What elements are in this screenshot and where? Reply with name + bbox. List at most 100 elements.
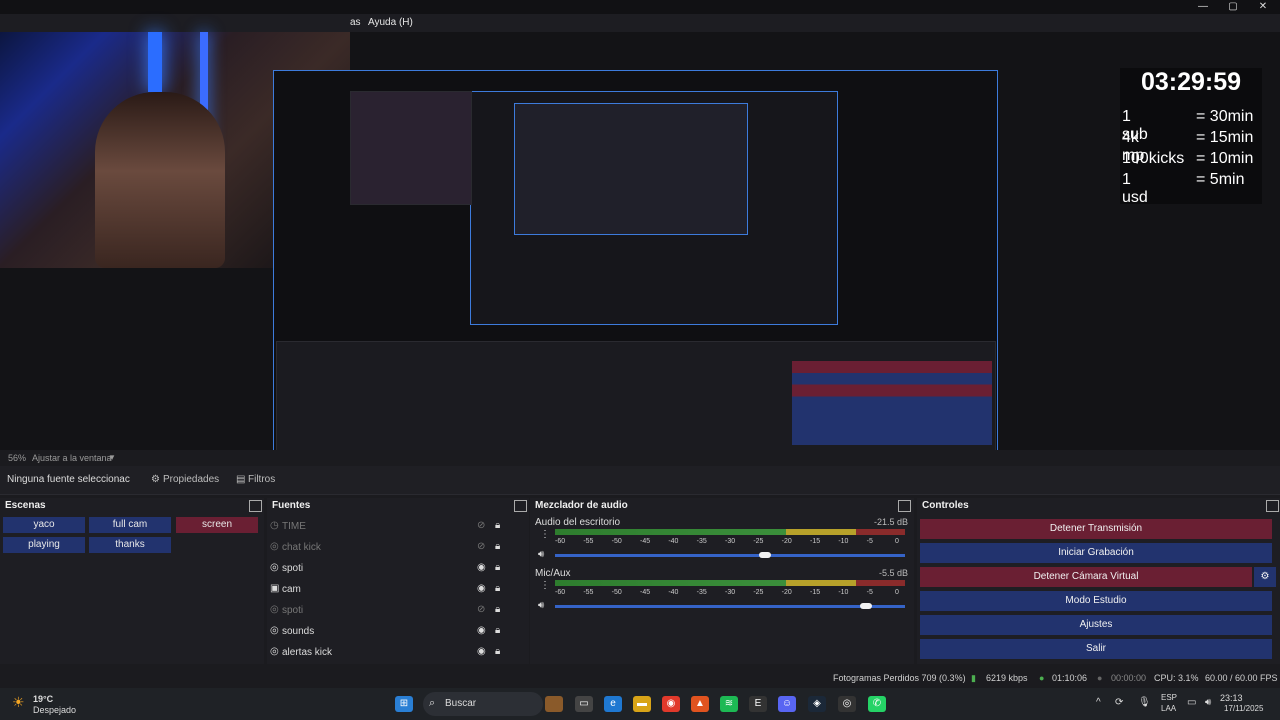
fader-knob[interactable] bbox=[859, 603, 872, 609]
lock-icon[interactable]: 🔒︎ bbox=[495, 583, 500, 594]
steam-icon[interactable]: ◈ bbox=[808, 696, 826, 712]
volume-fader[interactable] bbox=[555, 605, 905, 608]
spotify-icon[interactable]: ≋ bbox=[720, 696, 738, 712]
clock-time[interactable]: 23:13 bbox=[1220, 693, 1243, 703]
sources-title: Fuentes bbox=[272, 500, 311, 511]
language-layout[interactable]: LAA bbox=[1161, 704, 1176, 713]
taskbar-search[interactable]: ⌕ Buscar bbox=[423, 692, 543, 716]
meter-tick-label: -60 bbox=[555, 538, 566, 545]
discord-icon[interactable]: ☺ bbox=[778, 696, 796, 712]
source-item[interactable]: ◷ TIME ⊘ 🔒︎ bbox=[267, 516, 517, 537]
start-icon[interactable]: ⊞ bbox=[395, 696, 413, 712]
lock-icon[interactable]: 🔒︎ bbox=[495, 562, 500, 573]
eye-hidden-icon[interactable]: ⊘ bbox=[477, 541, 485, 552]
studio-mode-button[interactable]: Modo Estudio bbox=[920, 591, 1272, 611]
volume-icon[interactable]: 🔊︎ bbox=[1205, 697, 1211, 708]
edge-icon[interactable]: e bbox=[604, 696, 622, 712]
eye-icon[interactable]: ◉ bbox=[477, 646, 486, 657]
kebab-menu-icon[interactable]: ⋮ bbox=[540, 529, 550, 540]
stop-stream-button[interactable]: Detener Transmisión bbox=[920, 519, 1272, 539]
eye-icon[interactable]: ◉ bbox=[477, 625, 486, 636]
monitor-icon[interactable]: ▭ bbox=[1187, 697, 1196, 708]
minimize-button[interactable]: — bbox=[1188, 0, 1218, 14]
undock-icon[interactable] bbox=[1266, 500, 1279, 512]
properties-button[interactable]: Propiedades bbox=[163, 474, 219, 485]
obs-icon[interactable]: ◎ bbox=[838, 696, 856, 712]
meter-tick-label: -15 bbox=[810, 538, 821, 545]
scene-yaco[interactable]: yaco bbox=[3, 517, 85, 533]
sync-icon[interactable]: ⟳ bbox=[1115, 697, 1123, 708]
source-item[interactable]: ◎ spoti ⊘ 🔒︎ bbox=[267, 600, 517, 621]
menu-item-partial[interactable]: as bbox=[350, 17, 361, 28]
folder-icon[interactable]: ▬ bbox=[633, 696, 651, 712]
speaker-icon[interactable]: 🔊︎ bbox=[538, 600, 544, 611]
menu-item-help[interactable]: Ayuda (H) bbox=[368, 17, 413, 28]
eye-hidden-icon[interactable]: ⊘ bbox=[477, 520, 485, 531]
lock-icon[interactable]: 🔒︎ bbox=[495, 604, 500, 615]
volume-meter bbox=[555, 580, 905, 586]
kebab-menu-icon[interactable]: ⋮ bbox=[540, 580, 550, 591]
undock-icon[interactable] bbox=[514, 500, 527, 512]
language-code[interactable]: ESP bbox=[1161, 693, 1177, 702]
clock-date[interactable]: 17/11/2025 bbox=[1224, 704, 1263, 713]
undock-icon[interactable] bbox=[249, 500, 262, 512]
scene-thanks[interactable]: thanks bbox=[89, 537, 171, 553]
start-recording-button[interactable]: Iniciar Grabación bbox=[920, 543, 1272, 563]
maximize-button[interactable]: ▢ bbox=[1218, 0, 1248, 14]
meter-tick-label: 0 bbox=[895, 538, 899, 545]
source-item[interactable]: ▣ cam ◉ 🔒︎ bbox=[267, 579, 517, 600]
source-item[interactable]: ◎ alertas kick ◉ 🔒︎ bbox=[267, 642, 517, 663]
chevron-up-icon[interactable]: ^ bbox=[1096, 697, 1101, 708]
chrome-icon[interactable]: ◉ bbox=[662, 696, 680, 712]
sources-dock: Fuentes ◷ TIME ⊘ 🔒︎ ◎ chat kick ⊘ 🔒︎ ◎ s… bbox=[267, 498, 529, 664]
undock-icon[interactable] bbox=[898, 500, 911, 512]
source-name: chat kick bbox=[282, 542, 321, 553]
rule-right: = 15min bbox=[1196, 129, 1254, 146]
task-view-icon[interactable]: ▭ bbox=[575, 696, 593, 712]
preview-canvas[interactable]: 03:29:59 1 sub = 30min 4k mp = 15min 100… bbox=[0, 32, 1280, 479]
weather-icon[interactable]: ☀ bbox=[12, 694, 25, 711]
weather-temp[interactable]: 19°C bbox=[33, 694, 53, 704]
timer-clock: 03:29:59 bbox=[1140, 68, 1242, 96]
volume-meter bbox=[555, 529, 905, 535]
source-item[interactable]: ◎ sounds ◉ 🔒︎ bbox=[267, 621, 517, 642]
chevron-down-icon[interactable]: ▼ bbox=[108, 453, 116, 462]
volume-fader[interactable] bbox=[555, 554, 905, 557]
close-button[interactable]: ✕ bbox=[1248, 0, 1278, 14]
cpu-usage: CPU: 3.1% bbox=[1154, 673, 1199, 683]
settings-button[interactable]: Ajustes bbox=[920, 615, 1272, 635]
brave-icon[interactable]: ▲ bbox=[691, 696, 709, 712]
zoom-fit-dropdown[interactable]: Ajustar a la ventana bbox=[32, 453, 112, 463]
stop-virtual-cam-button[interactable]: Detener Cámara Virtual bbox=[920, 567, 1252, 587]
meter-tick-label: -45 bbox=[640, 538, 651, 545]
eye-icon[interactable]: ◉ bbox=[477, 562, 486, 573]
fader-knob[interactable] bbox=[758, 552, 771, 558]
meter-tick-label: -35 bbox=[696, 589, 707, 596]
properties-bar: Ninguna fuente seleccionac ⚙ Propiedades… bbox=[0, 466, 1280, 495]
filters-button[interactable]: Filtros bbox=[248, 474, 275, 485]
eye-hidden-icon[interactable]: ⊘ bbox=[477, 604, 485, 615]
gear-icon[interactable]: ⚙ bbox=[1254, 567, 1276, 587]
source-item[interactable]: ◎ spoti ◉ 🔒︎ bbox=[267, 558, 517, 579]
mic-icon[interactable]: 🎙︎ bbox=[1138, 697, 1151, 708]
scene-full-cam[interactable]: full cam bbox=[89, 517, 171, 533]
lock-icon[interactable]: 🔒︎ bbox=[495, 541, 500, 552]
widget-icon[interactable] bbox=[545, 696, 563, 712]
weather-desc[interactable]: Despejado bbox=[33, 705, 76, 715]
eye-icon[interactable]: ◉ bbox=[477, 583, 486, 594]
exit-button[interactable]: Salir bbox=[920, 639, 1272, 659]
whatsapp-icon[interactable]: ✆ bbox=[868, 696, 886, 712]
browser-icon: ◎ bbox=[270, 646, 279, 657]
lock-icon[interactable]: 🔒︎ bbox=[495, 625, 500, 636]
speaker-icon[interactable]: 🔊︎ bbox=[538, 549, 544, 560]
scene-playing[interactable]: playing bbox=[3, 537, 85, 553]
meter-tick-label: -30 bbox=[725, 589, 736, 596]
lock-icon[interactable]: 🔒︎ bbox=[495, 520, 500, 531]
bitrate: 6219 kbps bbox=[986, 673, 1028, 683]
mixer-title: Mezclador de audio bbox=[535, 500, 628, 511]
source-name: spoti bbox=[282, 563, 304, 574]
scene-screen[interactable]: screen bbox=[176, 517, 258, 533]
source-item[interactable]: ◎ chat kick ⊘ 🔒︎ bbox=[267, 537, 517, 558]
lock-icon[interactable]: 🔒︎ bbox=[495, 646, 500, 657]
epic-games-icon[interactable]: E bbox=[749, 696, 767, 712]
